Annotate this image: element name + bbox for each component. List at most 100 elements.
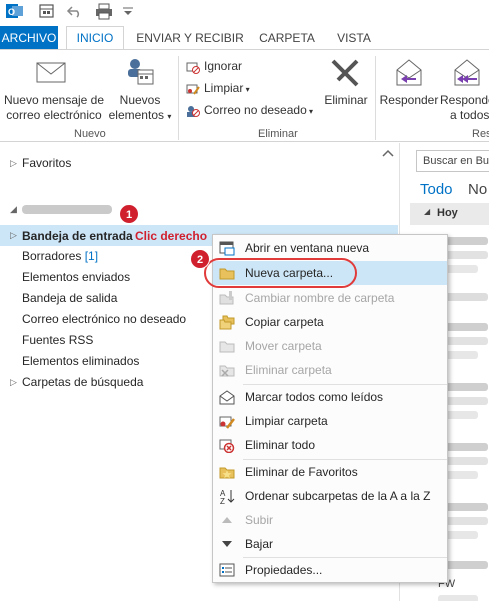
delete-button[interactable]: Eliminar — [320, 93, 372, 108]
menu-item-label: Eliminar todo — [245, 438, 316, 452]
expand-favorites-icon[interactable]: ▷ — [10, 158, 17, 169]
delete-folder-icon — [219, 362, 235, 378]
search-mailbox-input[interactable]: Buscar en Buz — [416, 150, 489, 172]
drafts-label: Borradores — [22, 249, 82, 263]
group-label-delete: Eliminar — [258, 128, 298, 140]
menu-item-properties[interactable]: Propiedades... — [213, 558, 447, 582]
reply-all-icon — [451, 58, 483, 88]
menu-item-label: Limpiar carpeta — [245, 414, 328, 428]
cleanup-icon — [219, 413, 235, 429]
outlook-logo-icon: O — [6, 2, 24, 20]
new-email-button[interactable]: Nuevo mensaje de correo electrónico — [2, 93, 106, 123]
expand-inbox-icon[interactable]: ▷ — [10, 230, 17, 241]
tab-file[interactable]: ARCHIVO — [0, 26, 58, 50]
group-today-label: Hoy — [437, 207, 458, 219]
reply-icon — [393, 58, 425, 88]
star-icon — [219, 464, 235, 480]
menu-item-label: Bajar — [245, 537, 274, 551]
collapse-group-icon: ◢ — [424, 207, 431, 216]
folder-item-sent[interactable]: Elementos enviados — [22, 267, 130, 287]
clean-up-button[interactable]: Limpiar ▾ — [186, 78, 250, 98]
tab-view[interactable]: VISTA — [328, 27, 380, 50]
junk-icon — [186, 104, 200, 118]
move-folder-icon — [219, 338, 235, 354]
ignore-label: Ignorar — [204, 59, 243, 73]
clean-up-label: Limpiar — [204, 81, 244, 95]
step-badge-2: 2 — [190, 249, 210, 269]
junk-button[interactable]: Correo no deseado ▾ — [186, 100, 313, 120]
folder-item-junk[interactable]: Correo electrónico no deseado — [22, 309, 186, 329]
menu-item-move-down[interactable]: Bajar — [213, 532, 447, 556]
highlight-oval — [204, 258, 357, 288]
folder-item-deleted[interactable]: Elementos eliminados — [22, 351, 139, 371]
new-items-label-1: Nuevos — [119, 93, 161, 107]
new-items-label-2-text: elementos — [108, 108, 164, 122]
collapse-pane-icon[interactable] — [382, 147, 394, 157]
menu-item-remove-favorites[interactable]: Eliminar de Favoritos — [213, 460, 447, 484]
print-icon[interactable] — [95, 2, 113, 20]
new-items-button[interactable]: Nuevos elementos ▾ — [106, 93, 174, 124]
filter-unread-tab[interactable]: No — [468, 181, 487, 198]
sort-az-icon: AZ — [219, 488, 235, 506]
dropdown-arrow-icon: ▾ — [243, 85, 250, 94]
undo-icon[interactable] — [66, 2, 84, 20]
group-label-new: Nuevo — [74, 128, 106, 140]
group-label-respond: Res — [472, 128, 489, 140]
menu-item-label: Subir — [245, 513, 274, 527]
tab-send-receive[interactable]: ENVIAR Y RECIBIR — [134, 27, 246, 50]
favorites-header[interactable]: Favoritos — [22, 153, 71, 173]
folder-item-rss[interactable]: Fuentes RSS — [22, 330, 93, 350]
new-email-label-2: correo electrónico — [6, 108, 102, 122]
new-email-icon — [36, 60, 66, 84]
menu-item-move-folder[interactable]: Mover carpeta — [213, 334, 447, 358]
menu-item-label: Ordenar subcarpetas de la A a la Z — [245, 489, 431, 503]
down-arrow-icon — [219, 536, 235, 552]
properties-icon — [219, 562, 235, 578]
menu-item-label: Eliminar carpeta — [245, 363, 332, 377]
menu-item-label: Abrir en ventana nueva — [245, 241, 370, 255]
group-separator — [178, 56, 179, 140]
menu-item-rename-folder[interactable]: Cambiar nombre de carpeta — [213, 286, 447, 310]
tab-home[interactable]: INICIO — [66, 26, 124, 50]
open-window-icon — [219, 240, 235, 256]
menu-item-label: Cambiar nombre de carpeta — [245, 291, 395, 305]
group-separator — [375, 56, 376, 140]
menu-item-label: Marcar todos como leídos — [245, 390, 384, 404]
menu-item-sort-subfolders[interactable]: AZ Ordenar subcarpetas de la A a la Z — [213, 484, 447, 508]
menu-item-label: Copiar carpeta — [245, 315, 324, 329]
right-click-annotation: Clic derecho — [135, 229, 208, 243]
filter-all-tab[interactable]: Todo — [420, 181, 453, 198]
collapse-account-icon[interactable]: ◢ — [10, 204, 17, 215]
reply-all-label-1: Responder — [440, 93, 489, 107]
reply-button[interactable]: Responder — [378, 93, 440, 108]
dropdown-arrow-icon: ▾ — [306, 107, 313, 116]
folder-item-outbox[interactable]: Bandeja de salida — [22, 288, 117, 308]
folder-item-inbox[interactable]: Bandeja de entrada — [22, 226, 133, 246]
folder-item-search-folders[interactable]: Carpetas de búsqueda — [22, 372, 143, 392]
account-name-blurred[interactable] — [22, 205, 112, 214]
tab-folder[interactable]: CARPETA — [256, 27, 318, 50]
menu-item-delete-folder[interactable]: Eliminar carpeta — [213, 358, 447, 382]
ignore-button[interactable]: Ignorar — [186, 56, 242, 76]
junk-label: Correo no deseado — [204, 103, 307, 117]
menu-item-delete-all[interactable]: Eliminar todo — [213, 433, 447, 457]
send-receive-icon[interactable] — [38, 2, 56, 20]
menu-item-move-up[interactable]: Subir — [213, 508, 447, 532]
folder-item-drafts[interactable]: Borradores [1] — [22, 246, 98, 266]
new-email-label-1: Nuevo mensaje de — [3, 93, 105, 107]
new-items-label-2: elementos ▾ — [106, 108, 174, 124]
new-items-icon — [125, 56, 155, 86]
menu-item-clean-up-folder[interactable]: Limpiar carpeta — [213, 409, 447, 433]
svg-text:Z: Z — [220, 497, 225, 504]
menu-item-label: Eliminar de Favoritos — [245, 465, 358, 479]
menu-item-open-new-window[interactable]: Abrir en ventana nueva — [213, 236, 447, 260]
reply-all-button[interactable]: Responder a todos — [440, 93, 489, 123]
expand-search-folders-icon[interactable]: ▷ — [10, 377, 17, 388]
group-header-today[interactable]: ◢ Hoy — [410, 203, 489, 225]
menu-item-mark-all-read[interactable]: Marcar todos como leídos — [213, 385, 447, 409]
mail-item-blurred[interactable] — [438, 595, 478, 601]
rename-icon — [219, 290, 235, 306]
menu-item-label: Mover carpeta — [245, 339, 322, 353]
quick-access-toolbar: O — [0, 0, 489, 22]
menu-item-copy-folder[interactable]: Copiar carpeta — [213, 310, 447, 334]
